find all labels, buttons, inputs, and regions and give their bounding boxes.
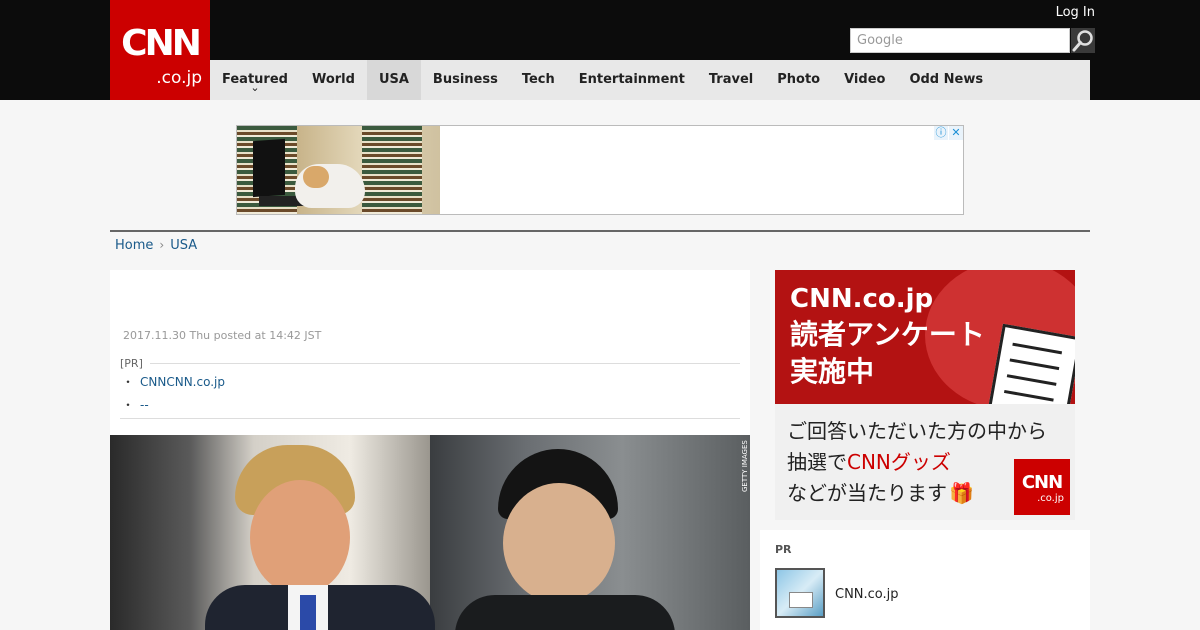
nav-item-label: Odd News: [909, 72, 984, 87]
pr-link-text[interactable]: --: [140, 398, 149, 412]
pr-link-item[interactable]: ・ CNNCNN.co.jp: [122, 374, 225, 390]
nav-item-label: Tech: [521, 72, 555, 87]
cnn-logo-small: CNN .co.jp: [1014, 459, 1070, 515]
article-card: 2017.11.30 Thu posted at 14:42 JST [PR] …: [110, 270, 750, 435]
pr-divider: [120, 418, 740, 419]
article-hero-photo: GETTY IMAGES: [110, 435, 750, 630]
main-nav: Featured ⌄ World USA Business Tech Enter…: [210, 60, 1090, 100]
search-icon: [1072, 30, 1093, 52]
bullet: ・: [122, 398, 135, 412]
top-header-bar: CNN .co.jp Log In Featured ⌄ World USA B…: [0, 0, 1200, 100]
promo-highlight: CNNグッズ: [847, 450, 951, 474]
chevron-down-icon: ⌄: [250, 81, 260, 94]
section-divider: [110, 230, 1090, 232]
nav-item-entertainment[interactable]: Entertainment: [567, 60, 697, 100]
promo-body-line1: ご回答いただいた方の中から: [787, 419, 1047, 443]
paper-line: [1006, 374, 1057, 386]
nav-item-label: World: [311, 72, 355, 87]
promo-body-line3: などが当たります 🎁: [787, 478, 974, 508]
promo-body-text: 抽選で: [787, 450, 847, 474]
paper-line: [1012, 342, 1063, 355]
promo-body-text: などが当たります: [787, 481, 947, 505]
nav-item-label: Business: [432, 72, 498, 87]
nav-item-odd-news[interactable]: Odd News: [897, 60, 995, 100]
person-face-left: [250, 480, 350, 595]
breadcrumb-home[interactable]: Home: [115, 237, 153, 254]
survey-paper-icon: [988, 323, 1075, 404]
ad-banner[interactable]: ⓘ ✕: [236, 125, 964, 215]
info-icon[interactable]: ⓘ: [934, 126, 948, 140]
pr-label: [PR]: [120, 357, 143, 370]
paper-line: [1003, 389, 1054, 402]
cnn-logo[interactable]: CNN .co.jp: [110, 0, 210, 100]
nav-item-label: Video: [844, 72, 886, 87]
nav-item-video[interactable]: Video: [832, 60, 897, 100]
promo-body-line2: 抽選でCNNグッズ: [787, 447, 951, 477]
logo-sub-text: .co.jp: [156, 68, 202, 88]
nav-item-label: Entertainment: [578, 72, 685, 87]
envelope-icon: [789, 592, 813, 608]
search-input[interactable]: [850, 28, 1070, 53]
laptop-shape: [253, 138, 285, 198]
promo-title-line2: 読者アンケート: [790, 318, 985, 351]
logo-sub-text: .co.jp: [1037, 493, 1064, 504]
pr-divider: [150, 363, 740, 364]
pr-item-link[interactable]: CNN.co.jp: [835, 587, 899, 603]
close-icon[interactable]: ✕: [949, 126, 963, 140]
nav-item-usa[interactable]: USA: [366, 60, 421, 100]
breadcrumb-usa[interactable]: USA: [170, 237, 197, 254]
promo-title-line1: CNN.co.jp: [790, 284, 934, 314]
breadcrumb: Home › USA: [115, 237, 197, 254]
nav-item-label: Travel: [708, 72, 754, 87]
pr-thumbnail[interactable]: [775, 568, 825, 618]
login-link[interactable]: Log In: [1040, 5, 1095, 21]
survey-promo-banner[interactable]: CNN.co.jp 読者アンケート 実施中 ご回答いただいた方の中から 抽選でC…: [775, 270, 1075, 520]
promo-title-line3: 実施中: [790, 355, 875, 388]
nav-item-label: Photo: [777, 72, 821, 87]
pr-sidebar-box: PR CNN.co.jp: [760, 530, 1090, 630]
promo-bottom-panel: ご回答いただいた方の中から 抽選でCNNグッズ などが当たります 🎁 CNN .c…: [775, 404, 1075, 520]
nav-item-tech[interactable]: Tech: [510, 60, 567, 100]
logo-main-text: CNN: [1021, 472, 1063, 493]
ad-image: [237, 126, 440, 214]
nav-item-featured[interactable]: Featured ⌄: [210, 60, 300, 100]
ad-controls: ⓘ ✕: [934, 126, 963, 140]
nav-item-business[interactable]: Business: [421, 60, 510, 100]
cat-spot: [303, 166, 329, 188]
person-tie-left: [300, 595, 316, 630]
posted-timestamp: 2017.11.30 Thu posted at 14:42 JST: [123, 329, 322, 342]
search-button[interactable]: [1071, 28, 1095, 53]
paper-line: [1009, 358, 1060, 371]
promo-top-panel: CNN.co.jp 読者アンケート 実施中: [775, 270, 1075, 404]
nav-item-label: USA: [378, 72, 409, 87]
pr-link-item[interactable]: ・ --: [122, 397, 149, 413]
chevron-right-icon: ›: [159, 238, 165, 252]
pr-link-text[interactable]: CNNCNN.co.jp: [140, 375, 225, 389]
logo-main-text: CNN: [121, 23, 202, 64]
gift-icon: 🎁: [949, 481, 974, 505]
person-suit-right: [455, 595, 675, 630]
photo-credit: GETTY IMAGES: [741, 440, 749, 492]
nav-item-world[interactable]: World: [300, 60, 367, 100]
pr-box-label: PR: [775, 543, 792, 556]
books-stack: [362, 126, 422, 214]
bullet: ・: [122, 375, 135, 389]
person-face-right: [503, 483, 615, 603]
nav-item-travel[interactable]: Travel: [697, 60, 765, 100]
nav-item-photo[interactable]: Photo: [765, 60, 832, 100]
